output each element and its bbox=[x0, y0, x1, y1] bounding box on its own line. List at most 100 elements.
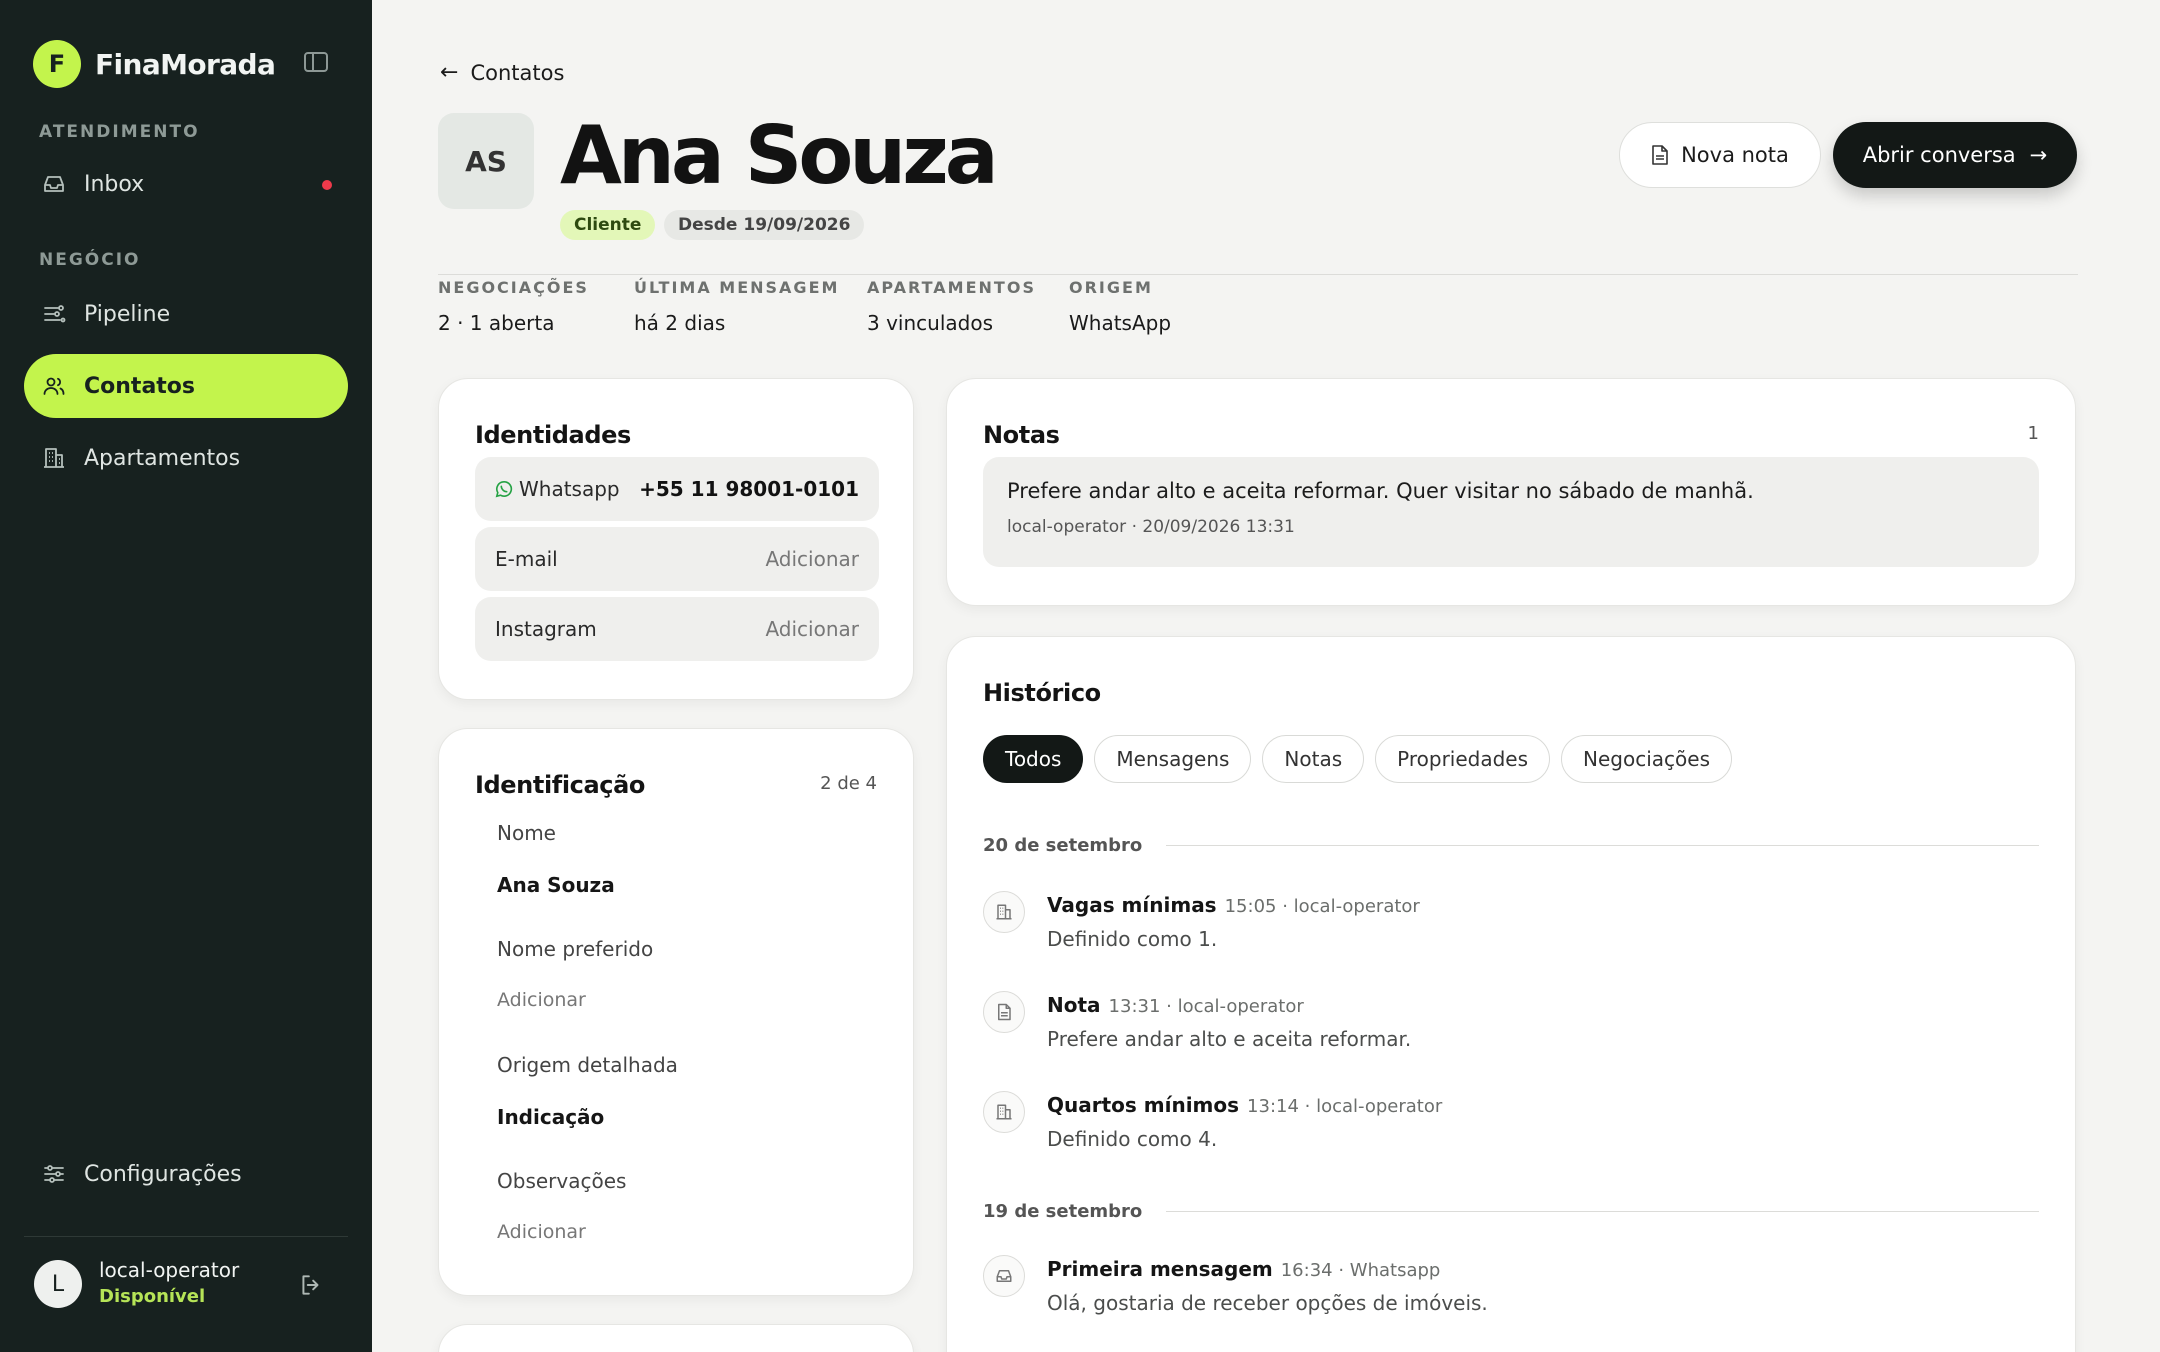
stat-label: APARTAMENTOS bbox=[867, 278, 1036, 297]
card-title: Identidades bbox=[475, 421, 631, 449]
contacts-icon bbox=[42, 374, 66, 398]
identity-add[interactable]: Adicionar bbox=[765, 617, 859, 641]
back-link-label: Contatos bbox=[470, 60, 565, 85]
unread-dot bbox=[322, 180, 332, 190]
event-title: Nota bbox=[1047, 993, 1101, 1017]
event-meta: 13:31 · local-operator bbox=[1108, 996, 1304, 1017]
event-title: Vagas mínimas bbox=[1047, 893, 1217, 917]
stat-value: 3 vinculados bbox=[867, 311, 993, 335]
filter-propriedades[interactable]: Propriedades bbox=[1375, 735, 1551, 783]
identity-add[interactable]: Adicionar bbox=[765, 547, 859, 571]
stat-value: 2 · 1 aberta bbox=[438, 311, 555, 335]
section-label-atendimento: ATENDIMENTO bbox=[39, 122, 200, 142]
history-card: Histórico Todos Mensagens Notas Propried… bbox=[946, 636, 2076, 1352]
event-description: Prefere andar alto e aceita reformar. bbox=[1047, 1027, 1412, 1051]
status-badge: Cliente bbox=[560, 210, 656, 240]
event-meta: 16:34 · Whatsapp bbox=[1280, 1260, 1441, 1281]
field-label: Observações bbox=[497, 1169, 627, 1193]
field-add[interactable]: Adicionar bbox=[497, 989, 586, 1011]
filter-negociacoes[interactable]: Negociações bbox=[1561, 735, 1732, 783]
main-content: ← Contatos AS Ana Souza Cliente Desde 19… bbox=[372, 0, 2160, 1352]
day-label: 20 de setembro bbox=[983, 835, 1143, 856]
sidebar-item-label: Inbox bbox=[84, 171, 145, 197]
stat-value: WhatsApp bbox=[1069, 311, 1172, 335]
day-label: 19 de setembro bbox=[983, 1201, 1143, 1222]
sidebar-item-inbox[interactable]: Inbox bbox=[24, 152, 348, 216]
history-event[interactable]: Quartos mínimos 13:14 · local-operator De… bbox=[983, 1091, 2039, 1171]
stat-value: há 2 dias bbox=[634, 311, 726, 335]
arrow-left-icon: ← bbox=[440, 60, 459, 85]
brand-name: FinaMorada bbox=[95, 47, 276, 81]
identity-label: Instagram bbox=[495, 617, 597, 641]
identity-label: Whatsapp bbox=[519, 477, 620, 501]
brand-logo: F bbox=[33, 40, 81, 88]
filter-todos[interactable]: Todos bbox=[983, 735, 1084, 783]
stat-label: NEGOCIAÇÕES bbox=[438, 278, 589, 297]
new-note-label: Nova nota bbox=[1681, 143, 1789, 167]
field-value[interactable]: Ana Souza bbox=[497, 873, 615, 897]
sidebar-item-apartamentos[interactable]: Apartamentos bbox=[24, 426, 348, 490]
day-separator: 20 de setembro bbox=[983, 835, 2039, 856]
event-description: Olá, gostaria de receber opções de imóve… bbox=[1047, 1291, 1488, 1315]
header-divider bbox=[438, 274, 2078, 275]
field-value[interactable]: Indicação bbox=[497, 1105, 604, 1129]
since-badge: Desde 19/09/2026 bbox=[664, 210, 865, 240]
logout-icon[interactable] bbox=[298, 1272, 324, 1298]
notes-card: Notas 1 Prefere andar alto e aceita refo… bbox=[946, 378, 2076, 606]
sidebar-item-label: Configurações bbox=[84, 1161, 242, 1187]
sidebar-item-label: Apartamentos bbox=[84, 445, 241, 471]
fields-count: 2 de 4 bbox=[820, 773, 877, 794]
contact-name: Ana Souza bbox=[560, 109, 999, 202]
history-event[interactable]: Vagas mínimas 15:05 · local-operator Defi… bbox=[983, 891, 2039, 971]
inbox-icon bbox=[983, 1255, 1025, 1297]
event-description: Definido como 1. bbox=[1047, 927, 1218, 951]
card-title: Notas bbox=[983, 421, 1060, 449]
arrow-right-icon: → bbox=[2029, 143, 2048, 167]
day-separator: 19 de setembro bbox=[983, 1201, 2039, 1222]
inbox-icon bbox=[42, 172, 66, 196]
section-label-negocio: NEGÓCIO bbox=[39, 250, 141, 270]
stat-origem: ORIGEM WhatsApp bbox=[1069, 278, 1171, 335]
sidebar-collapse-icon[interactable] bbox=[304, 52, 328, 72]
history-event[interactable]: Nota 13:31 · local-operator Prefere andar… bbox=[983, 991, 2039, 1071]
sidebar-item-contatos[interactable]: Contatos bbox=[24, 354, 348, 418]
building-icon bbox=[983, 1091, 1025, 1133]
sidebar-item-configuracoes[interactable]: Configurações bbox=[24, 1142, 348, 1206]
user-status: Disponível bbox=[99, 1286, 206, 1307]
next-card bbox=[438, 1324, 914, 1352]
event-meta: 15:05 · local-operator bbox=[1224, 896, 1420, 917]
open-chat-button[interactable]: Abrir conversa → bbox=[1833, 122, 2077, 188]
note-item[interactable]: Prefere andar alto e aceita reformar. Qu… bbox=[983, 457, 2039, 567]
field-label: Origem detalhada bbox=[497, 1053, 678, 1077]
open-chat-label: Abrir conversa bbox=[1862, 143, 2016, 167]
filter-notas[interactable]: Notas bbox=[1262, 735, 1365, 783]
new-note-button[interactable]: Nova nota bbox=[1619, 122, 1821, 188]
identity-row-instagram[interactable]: Instagram Adicionar bbox=[475, 597, 879, 661]
card-title: Identificação bbox=[475, 771, 645, 799]
back-link[interactable]: ← Contatos bbox=[440, 60, 564, 85]
notes-count: 1 bbox=[2027, 423, 2039, 444]
user-profile[interactable]: L local-operator Disponível bbox=[34, 1258, 334, 1314]
note-text: Prefere andar alto e aceita reformar. Qu… bbox=[1007, 479, 1754, 503]
identity-value: +55 11 98001-0101 bbox=[639, 477, 859, 501]
brand[interactable]: F FinaMorada bbox=[33, 40, 276, 88]
note-icon bbox=[983, 991, 1025, 1033]
contact-avatar: AS bbox=[438, 113, 534, 209]
user-name: local-operator bbox=[99, 1258, 240, 1282]
identity-label: E-mail bbox=[495, 547, 558, 571]
identity-row-whatsapp[interactable]: Whatsapp +55 11 98001-0101 bbox=[475, 457, 879, 521]
field-add[interactable]: Adicionar bbox=[497, 1221, 586, 1243]
field-label: Nome bbox=[497, 821, 556, 845]
card-title: Histórico bbox=[983, 679, 1101, 707]
document-icon bbox=[1652, 145, 1668, 165]
event-title: Quartos mínimos bbox=[1047, 1093, 1240, 1117]
history-filters: Todos Mensagens Notas Propriedades Negoc… bbox=[983, 735, 1732, 783]
identities-card: Identidades Whatsapp +55 11 98001-0101 E… bbox=[438, 378, 914, 700]
whatsapp-icon bbox=[495, 480, 513, 498]
sidebar-item-pipeline[interactable]: Pipeline bbox=[24, 282, 348, 346]
sidebar-item-label: Contatos bbox=[84, 373, 196, 399]
identity-row-email[interactable]: E-mail Adicionar bbox=[475, 527, 879, 591]
history-event[interactable]: Primeira mensagem 16:34 · Whatsapp Olá, g… bbox=[983, 1255, 2039, 1335]
filter-mensagens[interactable]: Mensagens bbox=[1094, 735, 1252, 783]
sidebar-item-label: Pipeline bbox=[84, 301, 171, 327]
